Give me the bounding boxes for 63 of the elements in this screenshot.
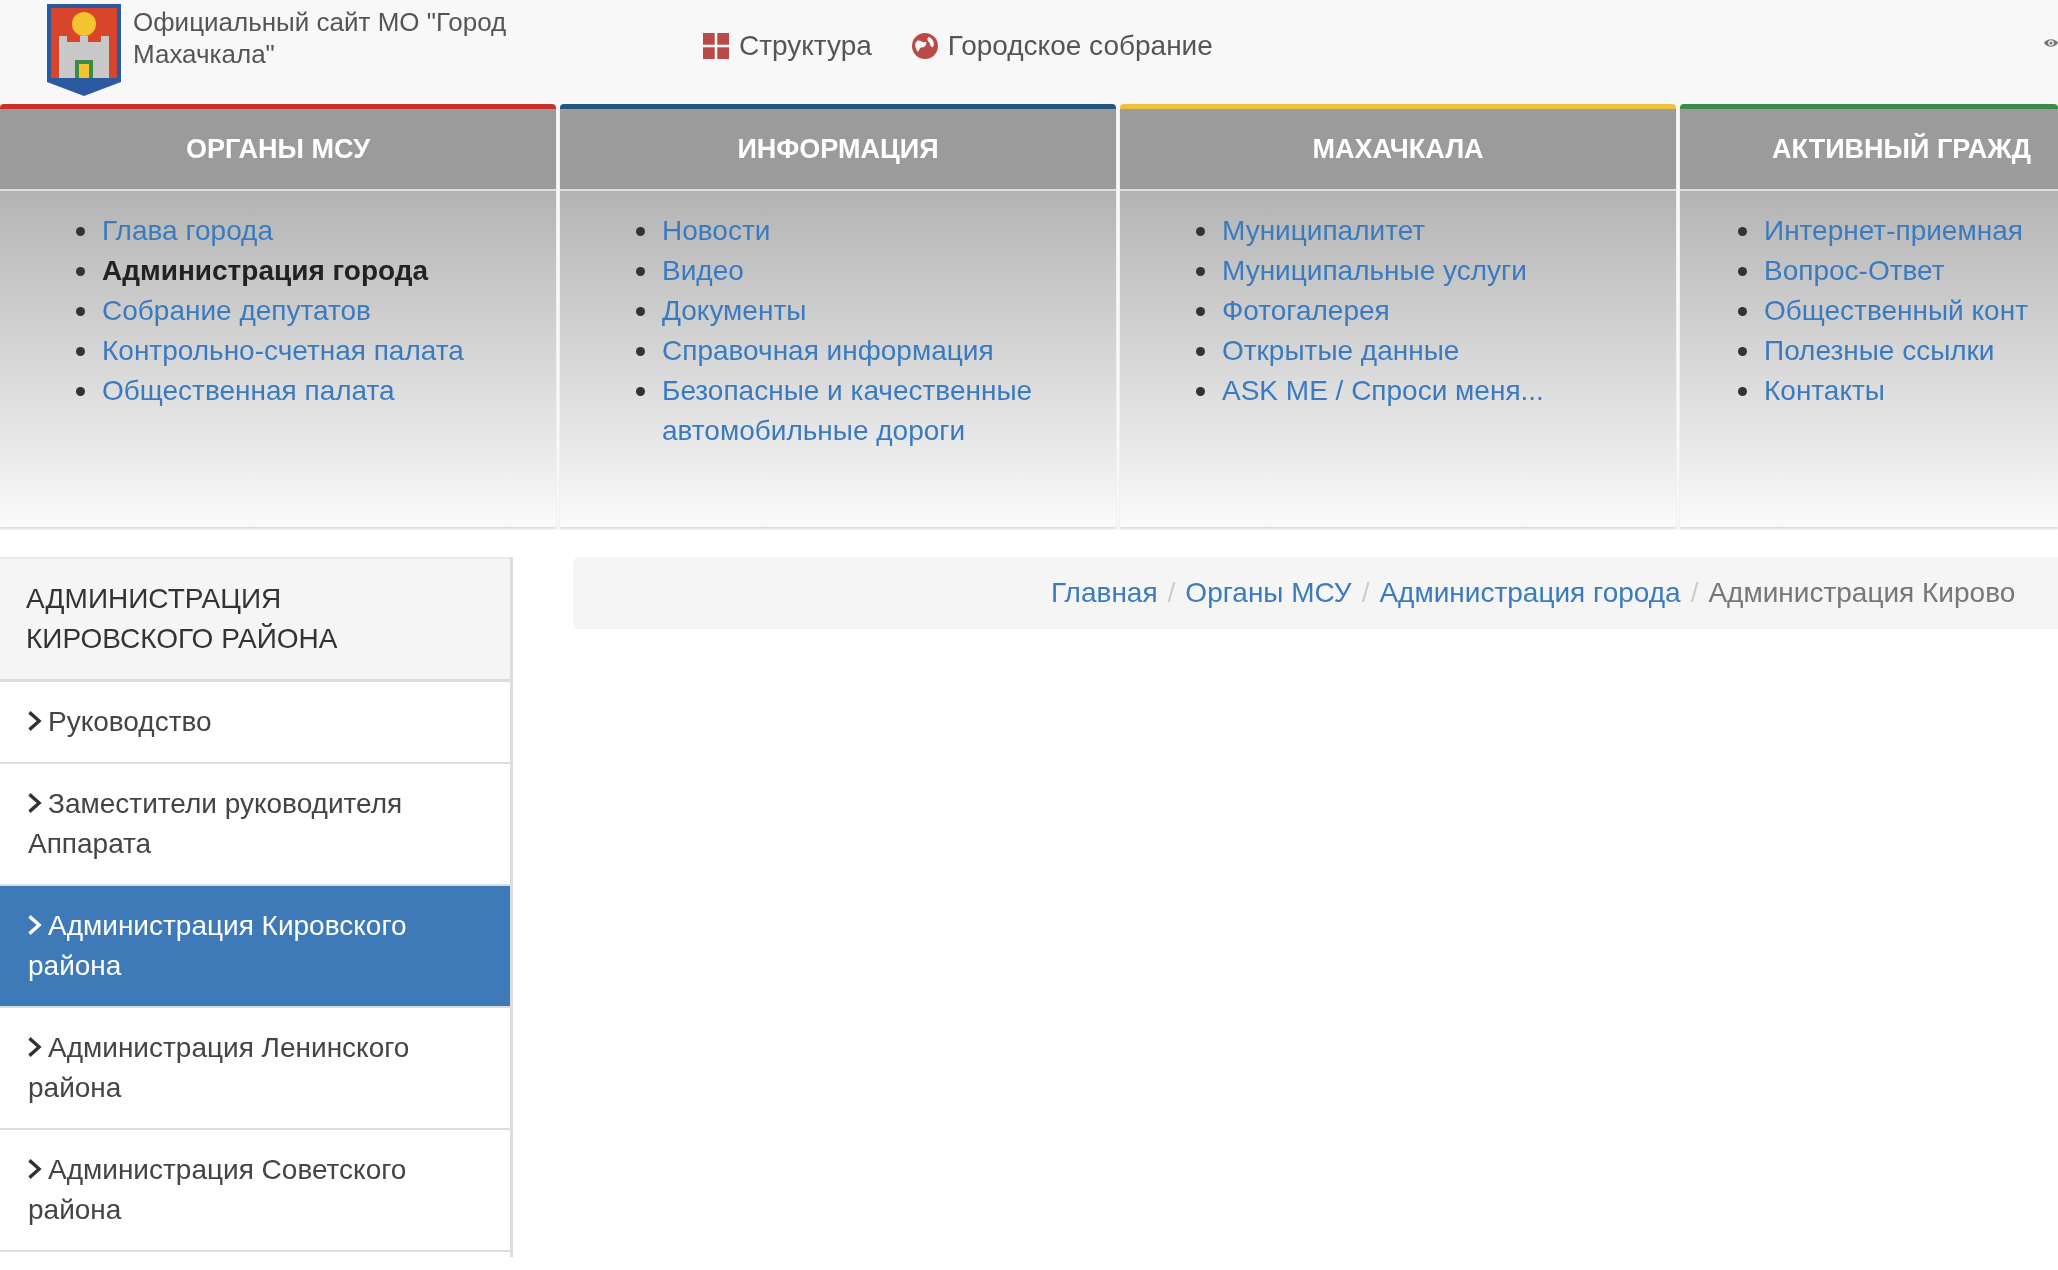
nav-link[interactable]: Структура — [703, 26, 872, 66]
menu-link[interactable]: Общественный конт — [1764, 291, 2028, 331]
chevron-icon — [28, 1037, 42, 1057]
bullet-icon — [636, 307, 645, 316]
breadcrumb-link[interactable]: Органы МСУ — [1185, 577, 1352, 609]
menu-heading-text: МАХАЧКАЛА — [1312, 133, 1484, 165]
chevron-icon — [28, 915, 42, 935]
globe-icon — [911, 33, 938, 59]
sidebar-title: АДМИНИСТРАЦИЯ КИРОВСКОГО РАЙОНА — [0, 557, 510, 682]
chevron-icon — [28, 793, 42, 813]
bullet-icon — [76, 387, 85, 396]
bullet-icon — [1196, 387, 1205, 396]
menu-link[interactable]: Справочная информация — [662, 331, 994, 371]
bullet-icon — [1196, 347, 1205, 356]
nav-link[interactable]: Городское собрание — [911, 26, 1213, 66]
grid-icon — [703, 33, 729, 59]
menu-link[interactable]: Собрание депутатов — [102, 291, 371, 331]
bullet-icon — [636, 267, 645, 276]
chevron-icon — [28, 711, 42, 731]
menu-link[interactable]: ASK ME / Спроси меня... — [1222, 371, 1544, 411]
menu-link[interactable]: Муниципалитет — [1222, 211, 1426, 251]
menu-heading-text: ОРГАНЫ МСУ — [186, 133, 370, 165]
bullet-icon — [636, 347, 645, 356]
bullet-icon — [1738, 387, 1747, 396]
bullet-icon — [76, 267, 85, 276]
bullet-icon — [636, 227, 645, 236]
menu-link[interactable]: Глава города — [102, 211, 274, 251]
bullet-icon — [1738, 267, 1747, 276]
bullet-icon — [1738, 307, 1747, 316]
menu-link[interactable]: Документы — [662, 291, 807, 331]
menu-link[interactable]: Контакты — [1764, 371, 1885, 411]
menu-link[interactable]: Контрольно-счетная палата — [102, 331, 464, 371]
menu-link[interactable]: Видео — [662, 251, 744, 291]
bullet-icon — [1738, 347, 1747, 356]
menu-link[interactable]: Новости — [662, 211, 771, 251]
bullet-icon — [76, 227, 85, 236]
menu-link[interactable]: Вопрос-Ответ — [1764, 251, 1945, 291]
breadcrumb-link[interactable]: Администрация города — [1379, 577, 1681, 609]
menu-link[interactable]: Общественная палата — [102, 371, 395, 411]
bullet-icon — [76, 347, 85, 356]
menu-link[interactable]: Администрация города — [102, 251, 429, 291]
breadcrumb-separator: / — [1361, 577, 1370, 609]
bullet-icon — [76, 307, 85, 316]
menu-heading-text: АКТИВНЫЙ ГРАЖД — [1772, 133, 2031, 165]
breadcrumb-current: Администрация Кирово — [1708, 577, 2016, 609]
bullet-icon — [1196, 227, 1205, 236]
menu-link[interactable]: Фотогалерея — [1222, 291, 1390, 331]
bullet-icon — [636, 387, 645, 396]
menu-link[interactable]: Муниципальные услуги — [1222, 251, 1527, 291]
sidebar-item[interactable]: Администрация Кировского района — [0, 886, 510, 1008]
menu-link[interactable]: Интернет-приемная — [1764, 211, 2023, 251]
menu-link[interactable]: Полезные ссылки — [1764, 331, 1995, 371]
chevron-icon — [28, 1159, 42, 1179]
breadcrumb-link[interactable]: Главная — [1051, 577, 1158, 609]
breadcrumb-separator: / — [1167, 577, 1176, 609]
bullet-icon — [1196, 307, 1205, 316]
bullet-icon — [1196, 267, 1205, 276]
bullet-icon — [1738, 227, 1747, 236]
breadcrumb-separator: / — [1690, 577, 1699, 609]
menu-link[interactable]: Безопасные и качественные автомобильные дороги — [662, 371, 1082, 451]
menu-link[interactable]: Открытые данные — [1222, 331, 1460, 371]
site-title: Официальный сайт МО "Город Махачкала" — [133, 6, 508, 70]
menu-heading-text: ИНФОРМАЦИЯ — [737, 133, 939, 165]
